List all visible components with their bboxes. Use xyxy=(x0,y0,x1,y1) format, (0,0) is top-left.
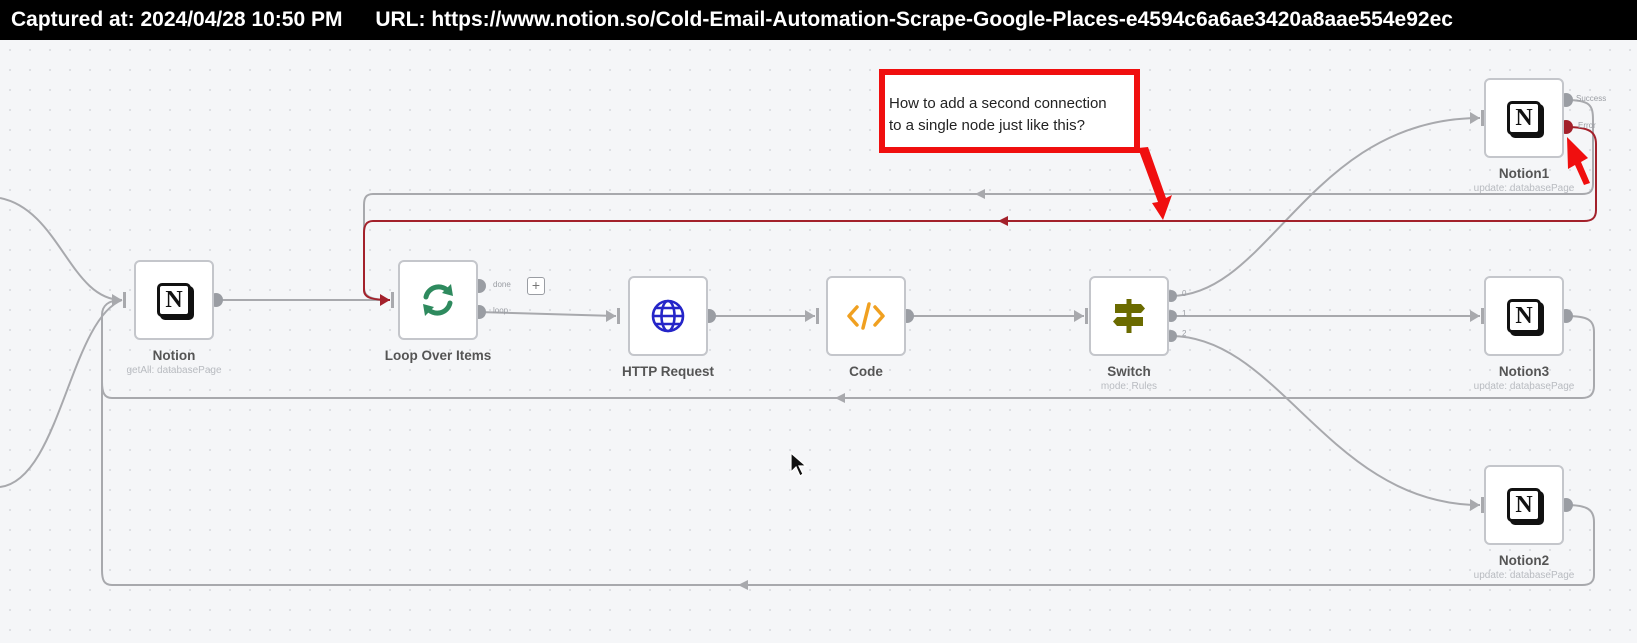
node-notion2-title: Notion2 xyxy=(1498,553,1550,568)
notion-icon: N xyxy=(1507,488,1541,522)
url-label: URL: https://www.notion.so/Cold-Email-Au… xyxy=(375,8,1453,31)
callout-pointer-arrow xyxy=(1138,147,1172,220)
question-callout: How to add a second connection to a sing… xyxy=(879,69,1140,153)
switch-port-0-label: 0 xyxy=(1182,289,1187,298)
node-code[interactable] xyxy=(826,276,906,356)
callout-line-1: How to add a second connection xyxy=(889,95,1107,112)
notion-icon: N xyxy=(157,283,191,317)
node-notion3-title: Notion3 xyxy=(1498,364,1550,379)
node-notion1-title: Notion1 xyxy=(1498,166,1550,181)
node-code-title: Code xyxy=(849,364,883,379)
node-notion-title: Notion xyxy=(152,348,196,363)
error-arrow xyxy=(998,216,1008,226)
node-switch[interactable] xyxy=(1089,276,1169,356)
node-loop-title: Loop Over Items xyxy=(384,348,492,363)
workflow-canvas[interactable]: How to add a second connection to a sing… xyxy=(0,40,1637,643)
notion3-loopback-arrow xyxy=(835,393,845,403)
connection-switch-notion2 xyxy=(1170,335,1481,506)
node-loop-over-items[interactable] xyxy=(398,260,478,340)
node-switch-title: Switch xyxy=(1107,364,1151,379)
node-notion1-subtitle: update: databasePage xyxy=(1473,183,1575,194)
captured-at-label: Captured at: 2024/04/28 10:50 PM xyxy=(11,8,343,31)
connections-layer xyxy=(0,93,1597,590)
notion2-loopback-arrow xyxy=(738,580,748,590)
incoming-connection-top xyxy=(0,197,123,301)
notion-icon: N xyxy=(1507,101,1541,135)
callout-line-2: to a single node just like this? xyxy=(889,117,1085,134)
add-node-button[interactable]: + xyxy=(527,277,545,295)
capture-info-bar: Captured at: 2024/04/28 10:50 PM URL: ht… xyxy=(0,0,1637,40)
node-notion[interactable]: N xyxy=(134,260,214,340)
code-icon xyxy=(847,302,885,330)
mouse-cursor-icon xyxy=(790,452,808,477)
loop-icon xyxy=(423,284,453,316)
switch-port-2-label: 2 xyxy=(1182,329,1187,338)
globe-icon xyxy=(651,299,685,333)
node-http-title: HTTP Request xyxy=(621,364,714,379)
signpost-icon xyxy=(1113,299,1145,333)
node-notion3[interactable]: N xyxy=(1484,276,1564,356)
loopback-arrow xyxy=(975,189,985,199)
loop-loop-port-label: loop xyxy=(493,306,509,315)
notion1-success-label: Success xyxy=(1576,94,1607,103)
connection-switch-notion1 xyxy=(1170,117,1481,297)
node-notion2[interactable]: N xyxy=(1484,465,1564,545)
node-notion2-subtitle: update: databasePage xyxy=(1473,570,1575,581)
node-notion1[interactable]: N xyxy=(1484,78,1564,158)
notion-icon: N xyxy=(1507,299,1541,333)
switch-port-1-label: 1 xyxy=(1182,309,1187,318)
node-switch-subtitle: mode: Rules xyxy=(1100,381,1158,392)
node-notion-subtitle: getAll: databasePage xyxy=(126,365,222,376)
notion1-error-label: Error xyxy=(1578,121,1596,130)
node-http-request[interactable] xyxy=(628,276,708,356)
loop-done-port-label: done xyxy=(493,280,511,289)
node-notion3-subtitle: update: databasePage xyxy=(1473,381,1575,392)
